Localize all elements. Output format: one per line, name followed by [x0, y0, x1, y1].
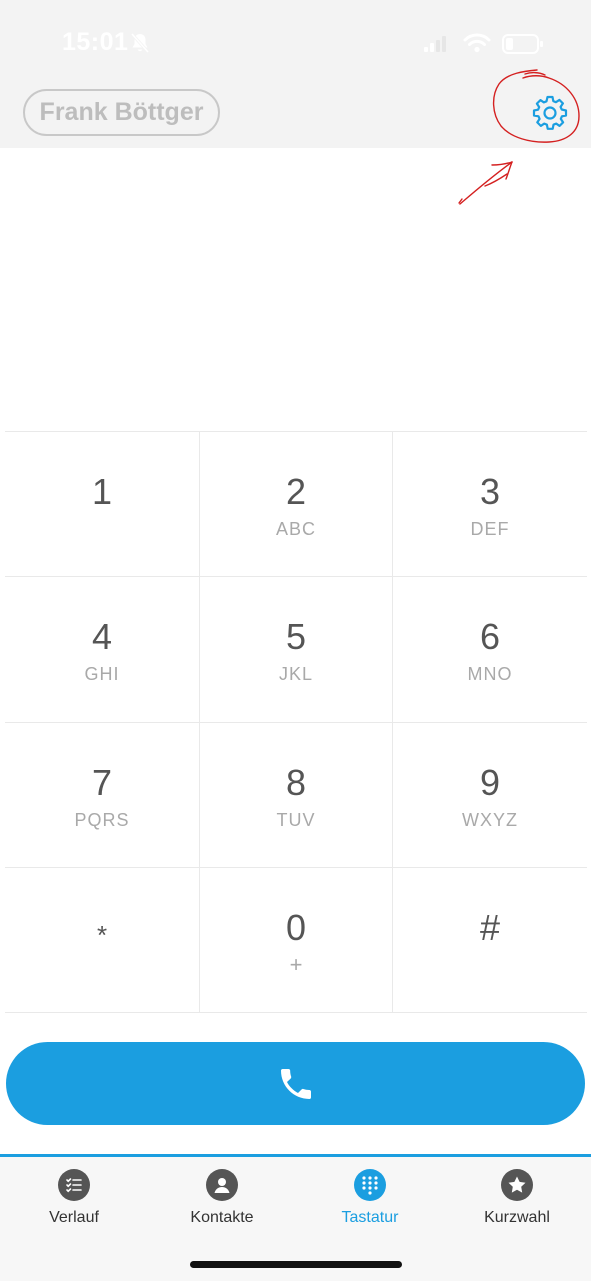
signal-icon — [424, 36, 446, 52]
key-digit: 4 — [91, 616, 113, 658]
key-4[interactable]: 4 GHI — [5, 577, 199, 723]
phone-icon — [280, 1068, 311, 1099]
key-9[interactable]: 9 WXYZ — [393, 723, 587, 868]
key-digit: 3 — [479, 471, 501, 512]
key-letters: ABC — [275, 519, 316, 539]
keypad: 1 2 ABC 3 DEF 4 GHI 5 JKL 6 MNO 7 PQRS 8 — [5, 431, 587, 1013]
gear-icon[interactable] — [531, 94, 569, 132]
key-6[interactable]: 6 MNO — [393, 577, 587, 723]
user-name-button[interactable]: Frank Böttger — [23, 89, 220, 136]
key-hash[interactable]: # — [393, 868, 587, 1013]
key-1[interactable]: 1 — [5, 432, 199, 578]
history-list-icon — [58, 1169, 90, 1201]
key-3[interactable]: 3 DEF — [393, 432, 587, 578]
key-digit: 8 — [285, 761, 307, 803]
key-7[interactable]: 7 PQRS — [5, 723, 199, 868]
battery-icon — [502, 34, 543, 54]
key-digit: 6 — [479, 616, 501, 658]
key-0[interactable]: 0 + — [199, 867, 393, 1013]
tab-kontakte[interactable]: Kontakte — [157, 1169, 287, 1227]
wifi-icon — [463, 33, 491, 53]
key-letters: TUV — [276, 809, 316, 830]
key-letters: MNO — [467, 664, 513, 685]
key-8[interactable]: 8 TUV — [199, 722, 393, 868]
key-digit: * — [96, 919, 108, 950]
tab-label: Verlauf — [49, 1209, 99, 1226]
key-star[interactable]: * — [5, 868, 199, 1013]
key-digit: 5 — [285, 616, 307, 658]
key-letters: GHI — [84, 664, 120, 685]
keypad-grid-icon — [354, 1169, 386, 1201]
contact-person-icon — [206, 1169, 238, 1201]
call-button[interactable] — [6, 1042, 585, 1125]
dialer-screen: 15:01 Frank Böttger 1 2 ABC 3 DEF 4 GHI … — [0, 0, 591, 1281]
key-digit: 7 — [91, 761, 113, 803]
key-letters: WXYZ — [462, 809, 518, 830]
tab-label: Kurzwahl — [484, 1209, 550, 1226]
key-letters: PQRS — [74, 809, 130, 830]
home-indicator[interactable] — [190, 1261, 402, 1268]
tab-kurzwahl[interactable]: Kurzwahl — [452, 1169, 582, 1227]
key-digit: # — [479, 906, 501, 948]
key-letters: DEF — [470, 519, 510, 539]
key-5[interactable]: 5 JKL — [199, 577, 393, 723]
tab-label: Tastatur — [341, 1209, 399, 1226]
bell-muted-icon — [130, 33, 150, 53]
key-letters: + — [289, 951, 303, 977]
key-digit: 9 — [479, 761, 501, 803]
star-icon — [501, 1169, 533, 1201]
tab-label: Kontakte — [190, 1209, 254, 1226]
key-digit: 0 — [285, 906, 307, 948]
header-bar: 15:01 Frank Böttger — [0, 0, 591, 148]
key-letters: JKL — [278, 664, 314, 685]
tab-verlauf[interactable]: Verlauf — [9, 1169, 139, 1227]
key-digit: 1 — [91, 471, 113, 512]
key-2[interactable]: 2 ABC — [199, 432, 393, 578]
key-digit: 2 — [285, 471, 307, 512]
status-time: 15:01 — [62, 28, 129, 56]
tab-tastatur[interactable]: Tastatur — [305, 1169, 435, 1227]
